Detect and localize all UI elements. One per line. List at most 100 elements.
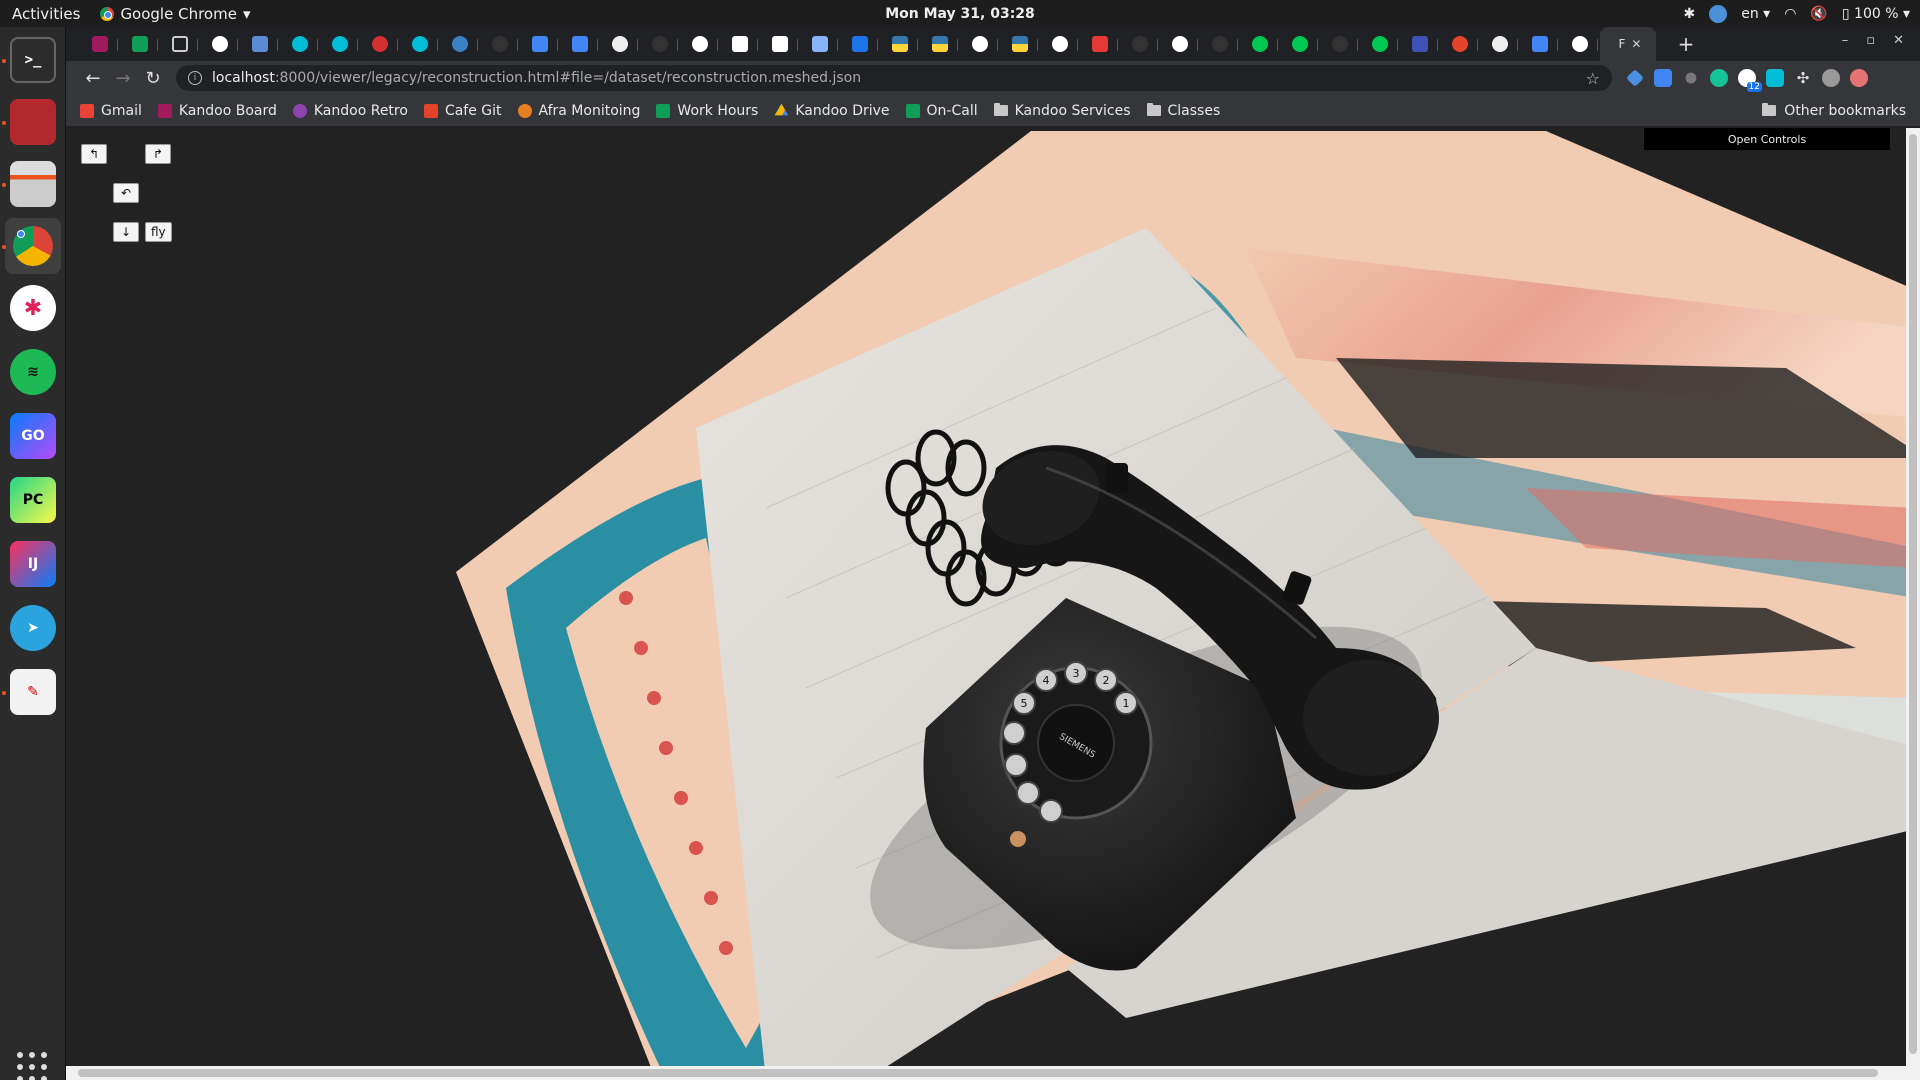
clock[interactable]: Mon May 31, 03:28 (885, 6, 1035, 22)
address-bar[interactable]: i localhost:8000/viewer/legacy/reconstru… (176, 65, 1612, 91)
fly-button[interactable]: fly (145, 222, 172, 242)
tab[interactable] (560, 31, 600, 57)
chrome-dock-icon[interactable] (5, 218, 61, 274)
rotate-right-button[interactable]: ↱ (145, 144, 171, 164)
tab[interactable] (1240, 31, 1280, 57)
user-tray-icon[interactable] (1709, 4, 1728, 23)
bookmark-kandoo-retro[interactable]: Kandoo Retro (292, 103, 408, 119)
bookmark-work-hours[interactable]: Work Hours (656, 103, 758, 119)
tab[interactable] (960, 31, 1000, 57)
document-viewer-icon[interactable]: ✎ (10, 669, 56, 715)
tab-active[interactable]: F ✕ (1600, 27, 1656, 61)
maximize-icon[interactable]: ▫ (1866, 33, 1875, 48)
close-window-icon[interactable]: ✕ (1893, 33, 1904, 48)
terminal-icon[interactable]: >_ (10, 37, 56, 83)
system-tray[interactable]: ✱ en ▾ ◠ 🔇 ▯ 100 % ▾ (1683, 4, 1910, 23)
bookmark-on-call[interactable]: On-Call (905, 103, 978, 119)
close-tab-icon[interactable]: ✕ (1631, 37, 1641, 51)
tab[interactable] (1080, 31, 1120, 57)
reconstruction-viewer[interactable]: SIEMENS 1 2 3 4 5 ↰ ↱ ↶ ↓ fly Open Contr… (66, 128, 1920, 1080)
battery-indicator[interactable]: ▯ 100 % ▾ (1842, 6, 1910, 22)
tab[interactable] (1440, 31, 1480, 57)
bookmark-folder-classes[interactable]: Classes (1146, 103, 1220, 119)
tab[interactable] (1120, 31, 1160, 57)
screen-recorder-icon[interactable] (10, 99, 56, 145)
slack-tray-icon[interactable]: ✱ (1683, 6, 1695, 22)
goland-icon[interactable]: GO (10, 413, 56, 459)
language-indicator[interactable]: en ▾ (1741, 6, 1770, 22)
tab[interactable] (1040, 31, 1080, 57)
bookmark-kandoo-drive[interactable]: Kandoo Drive (774, 103, 890, 119)
bookmark-kandoo-board[interactable]: Kandoo Board (157, 103, 277, 119)
tab[interactable] (1320, 31, 1360, 57)
bookmark-gmail[interactable]: Gmail (80, 103, 142, 119)
extension-icon[interactable]: 12 (1738, 69, 1762, 92)
pycharm-icon[interactable]: PC (10, 477, 56, 523)
tab[interactable] (1400, 31, 1440, 57)
tab[interactable] (440, 31, 480, 57)
extension-icon[interactable] (1685, 72, 1697, 84)
tab[interactable] (920, 31, 960, 57)
tab[interactable] (1360, 31, 1400, 57)
tab[interactable] (760, 31, 800, 57)
tab[interactable] (480, 31, 520, 57)
tab[interactable] (280, 31, 320, 57)
tab[interactable] (1000, 31, 1040, 57)
undo-rotate-button[interactable]: ↶ (113, 183, 139, 203)
extension-icon[interactable] (1626, 69, 1644, 87)
tab[interactable] (520, 31, 560, 57)
open-controls-button[interactable]: Open Controls (1644, 128, 1890, 150)
horizontal-scrollbar[interactable] (66, 1066, 1920, 1080)
tab[interactable] (360, 31, 400, 57)
slack-icon[interactable]: ✱ (10, 285, 56, 331)
3d-scene-canvas[interactable]: SIEMENS 1 2 3 4 5 (66, 128, 1920, 1080)
move-down-button[interactable]: ↓ (113, 222, 139, 242)
bookmark-cafe-git[interactable]: Cafe Git (423, 103, 502, 119)
translate-extension-icon[interactable] (1654, 69, 1672, 87)
scrollbar-thumb[interactable] (78, 1069, 1878, 1077)
activities-button[interactable]: Activities (0, 5, 92, 23)
tab[interactable] (1200, 31, 1240, 57)
tab[interactable] (1480, 31, 1520, 57)
show-applications-icon[interactable] (17, 1052, 49, 1080)
tab[interactable] (1520, 31, 1560, 57)
tab[interactable] (120, 31, 160, 57)
other-bookmarks[interactable]: Other bookmarks (1762, 103, 1906, 119)
tab[interactable] (1160, 31, 1200, 57)
back-button[interactable]: ← (78, 64, 108, 92)
scrollbar-thumb[interactable] (1909, 134, 1917, 1054)
files-icon[interactable] (10, 161, 56, 207)
minimize-icon[interactable]: – (1842, 33, 1849, 48)
tab[interactable] (1560, 31, 1600, 57)
tab[interactable] (1280, 31, 1320, 57)
tab[interactable] (880, 31, 920, 57)
update-indicator-icon[interactable] (1850, 69, 1868, 87)
grammarly-icon[interactable] (1710, 69, 1728, 87)
intellij-icon[interactable]: IJ (10, 541, 56, 587)
app-menu[interactable]: Google Chrome ▾ (100, 5, 250, 23)
telegram-icon[interactable]: ➤ (10, 605, 56, 651)
extension-icon[interactable] (1766, 69, 1784, 87)
bookmark-folder-kandoo-services[interactable]: Kandoo Services (993, 103, 1131, 119)
vertical-scrollbar[interactable] (1906, 128, 1920, 1066)
reload-button[interactable]: ↻ (138, 64, 168, 92)
tab[interactable] (840, 31, 880, 57)
profile-avatar[interactable] (1822, 69, 1840, 87)
bookmark-star-icon[interactable]: ☆ (1586, 69, 1600, 88)
rotate-left-button[interactable]: ↰ (81, 144, 107, 164)
forward-button[interactable]: → (108, 64, 138, 92)
tab[interactable] (80, 31, 120, 57)
new-tab-button[interactable]: + (1674, 32, 1698, 56)
tab[interactable] (320, 31, 360, 57)
tab[interactable] (160, 31, 200, 57)
tab[interactable] (680, 31, 720, 57)
tab[interactable] (400, 31, 440, 57)
tab[interactable] (800, 31, 840, 57)
site-info-icon[interactable]: i (188, 71, 202, 85)
puzzle-icon[interactable]: ✣ (1794, 69, 1812, 87)
tab[interactable] (720, 31, 760, 57)
tab[interactable] (640, 31, 680, 57)
bookmark-afra-monitoing[interactable]: Afra Monitoing (517, 103, 640, 119)
spotify-icon[interactable]: ≋ (10, 349, 56, 395)
tab[interactable] (240, 31, 280, 57)
